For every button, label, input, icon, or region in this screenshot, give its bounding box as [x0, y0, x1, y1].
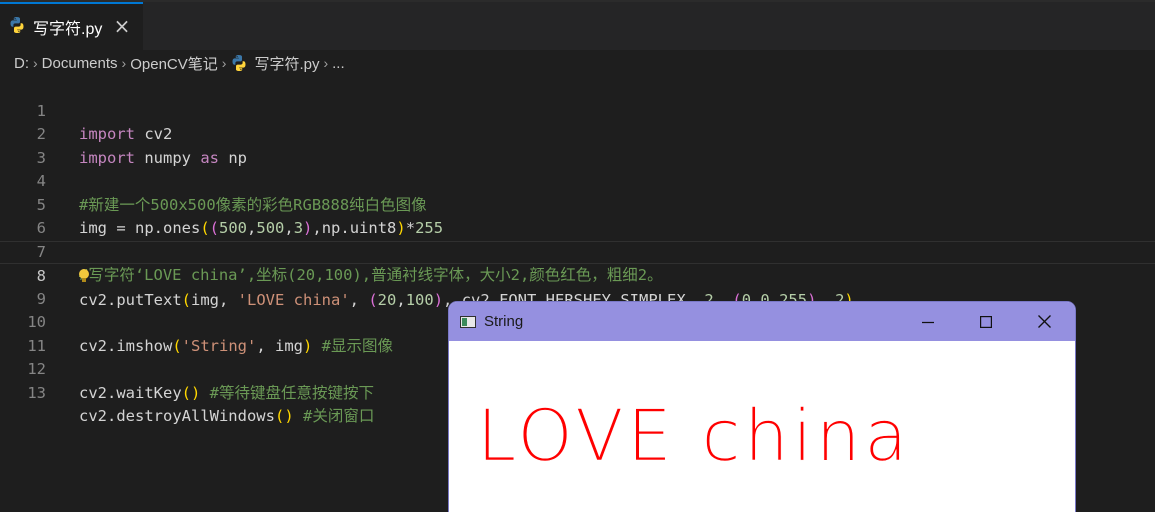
- code-line[interactable]: 4 #新建一个500x500像素的彩色RGB888纯白色图像: [0, 147, 1155, 214]
- maximize-icon: [980, 315, 992, 328]
- code-text: cv2.waitKey() #等待键盘任意按键按下: [79, 383, 375, 402]
- code-line[interactable]: 9: [0, 264, 1155, 308]
- tab-label: 写字符.py: [33, 21, 103, 38]
- breadcrumb-item-symbols[interactable]: ...: [332, 55, 345, 72]
- python-icon: [8, 16, 26, 38]
- code-line-current[interactable]: 8 cv2.putText(img, 'LOVE china', (20,100…: [0, 240, 1155, 309]
- close-icon: [1037, 315, 1051, 328]
- window-titlebar[interactable]: String: [449, 302, 1075, 341]
- code-line[interactable]: 5 img = np.ones((500,500,3),np.uint8)*25…: [0, 170, 1155, 238]
- maximize-button[interactable]: [957, 302, 1015, 341]
- code-line[interactable]: 3: [0, 123, 1155, 167]
- image-canvas: LOVE china: [449, 341, 1075, 512]
- chevron-right-icon: ›: [221, 55, 227, 71]
- breadcrumb-item-file[interactable]: 写字符.py: [254, 53, 319, 74]
- code-line[interactable]: 7 #写字符‘LOVE china’,坐标(20,100),普通衬线字体，大小2…: [0, 217, 1155, 285]
- minimize-button[interactable]: [899, 302, 957, 341]
- code-line[interactable]: 6: [0, 194, 1155, 237]
- code-line[interactable]: 2 import numpy as np: [0, 100, 1155, 167]
- python-icon: [230, 54, 248, 72]
- code-text: cv2.destroyAllWindows() #关闭窗口: [79, 407, 375, 425]
- chevron-right-icon: ›: [121, 55, 127, 71]
- chevron-right-icon: ›: [323, 55, 329, 71]
- window-title: String: [484, 313, 524, 330]
- breadcrumb-item-documents[interactable]: Documents: [42, 55, 118, 72]
- opencv-window[interactable]: String LOVE china: [449, 302, 1075, 512]
- breadcrumb-item-drive[interactable]: D:: [14, 55, 29, 72]
- breadcrumb-item-folder[interactable]: OpenCV笔记: [130, 53, 218, 74]
- code-line[interactable]: 1 import cv2: [0, 76, 1155, 144]
- editor-tab[interactable]: 写字符.py ×: [0, 2, 143, 50]
- line-number: 13: [27, 383, 46, 402]
- rendered-text: LOVE china: [477, 395, 912, 477]
- minimize-icon: [922, 321, 934, 323]
- app-icon: [460, 315, 476, 328]
- tab-bar: 写字符.py ×: [0, 0, 1155, 50]
- breadcrumb: D: › Documents › OpenCV笔记 › 写字符.py › ...: [0, 50, 1155, 76]
- chevron-right-icon: ›: [33, 55, 38, 71]
- close-button[interactable]: [1015, 302, 1073, 341]
- close-icon[interactable]: ×: [111, 15, 133, 37]
